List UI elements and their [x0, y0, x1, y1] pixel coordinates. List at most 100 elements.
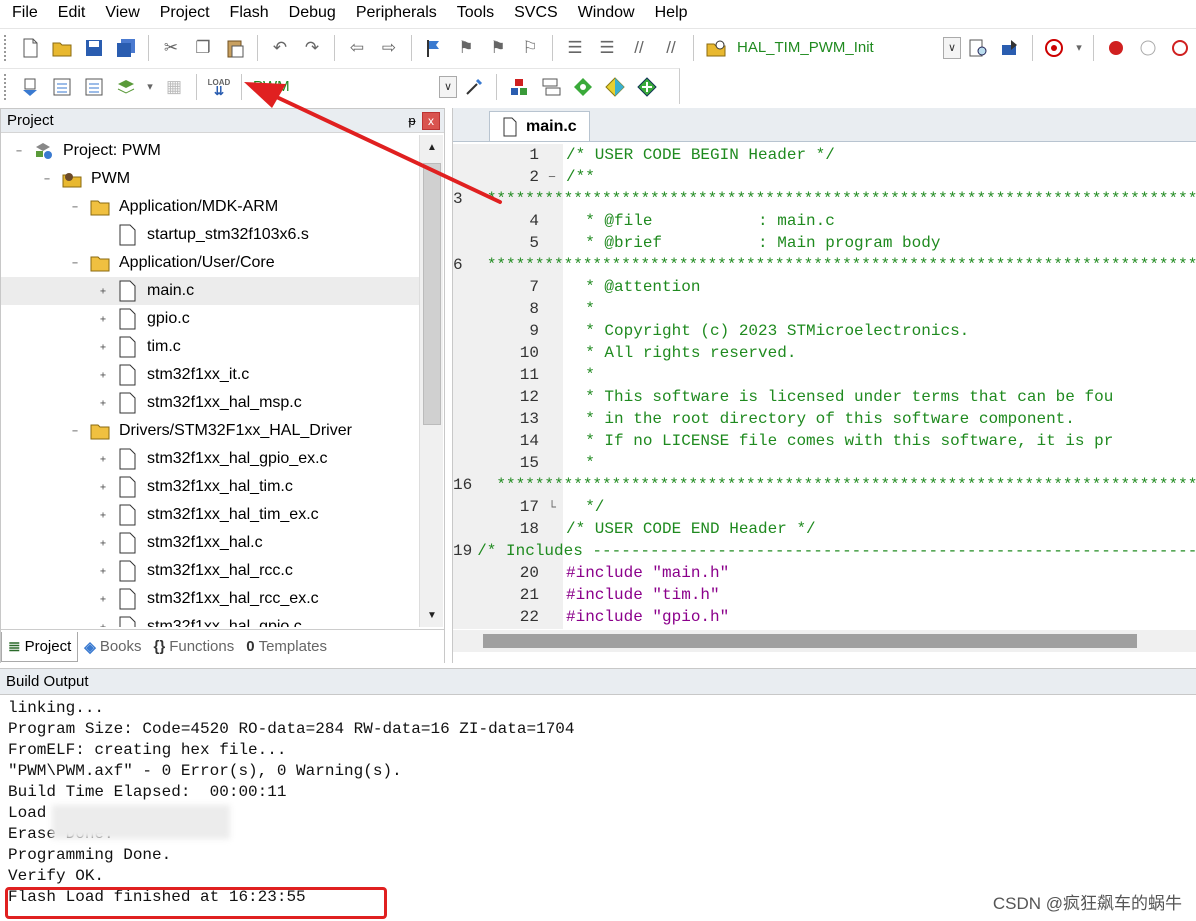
collapse-icon[interactable]: − — [69, 257, 81, 269]
tree-node-project[interactable]: − Project: PWM — [1, 137, 419, 165]
close-icon[interactable]: x — [422, 111, 440, 130]
expand-icon[interactable]: + — [97, 313, 109, 325]
scrollbar-thumb[interactable] — [423, 163, 441, 425]
expand-icon[interactable]: + — [97, 481, 109, 493]
tab-main-c[interactable]: main.c — [489, 111, 590, 141]
menu-peripherals[interactable]: Peripherals — [344, 4, 445, 22]
menu-file[interactable]: File — [0, 4, 46, 22]
kill-breakpoints-icon[interactable] — [1167, 35, 1193, 61]
rte-icon[interactable] — [634, 74, 660, 100]
paste-icon[interactable] — [222, 35, 248, 61]
tree-node-file[interactable]: + stm32f1xx_hal_rcc.c — [1, 557, 419, 585]
tree-node-file[interactable]: + stm32f1xx_hal_msp.c — [1, 389, 419, 417]
tree-node-target[interactable]: − PWM — [1, 165, 419, 193]
menu-edit[interactable]: Edit — [46, 4, 94, 22]
redo-icon[interactable]: ↷ — [299, 35, 325, 61]
tree-node-file-selected[interactable]: + main.c — [1, 277, 419, 305]
chevron-down-icon[interactable]: ∨ — [943, 36, 961, 59]
breakpoint-icon[interactable] — [1103, 35, 1129, 61]
scroll-up-icon[interactable]: ▲ — [420, 135, 444, 159]
expand-icon[interactable]: + — [97, 537, 109, 549]
find-in-files-icon[interactable] — [703, 35, 729, 61]
tree-node-file[interactable]: + stm32f1xx_hal_tim_ex.c — [1, 501, 419, 529]
tree-node-group[interactable]: − Application/User/Core — [1, 249, 419, 277]
manage-components-icon[interactable] — [506, 74, 532, 100]
collapse-icon[interactable]: − — [41, 173, 53, 185]
build-icon[interactable] — [49, 74, 75, 100]
tree-node-group[interactable]: − Drivers/STM32F1xx_HAL_Driver — [1, 417, 419, 445]
collapse-icon[interactable]: − — [69, 201, 81, 213]
collapse-icon[interactable]: − — [69, 425, 81, 437]
scroll-down-icon[interactable]: ▼ — [420, 603, 444, 627]
chevron-down-icon[interactable]: ▾ — [1074, 35, 1084, 61]
pack-installer-icon[interactable] — [570, 74, 596, 100]
indent-icon[interactable]: ☰ — [562, 35, 588, 61]
tree-node-file[interactable]: + stm32f1xx_it.c — [1, 361, 419, 389]
clear-bookmarks-icon[interactable]: ⚐ — [517, 35, 543, 61]
save-icon[interactable] — [81, 35, 107, 61]
new-file-icon[interactable] — [17, 35, 43, 61]
target-options-icon[interactable] — [461, 74, 487, 100]
code-area[interactable]: 1/* USER CODE BEGIN Header */ 2−/** 3 **… — [453, 144, 1196, 629]
uncomment-icon[interactable]: // — [658, 35, 684, 61]
menu-debug[interactable]: Debug — [277, 4, 344, 22]
toolbar-grip[interactable] — [4, 34, 8, 61]
menu-view[interactable]: View — [93, 4, 147, 22]
tree-node-group[interactable]: − Application/MDK-ARM — [1, 193, 419, 221]
bookmark-icon[interactable] — [421, 35, 447, 61]
tree-node-file[interactable]: + stm32f1xx_hal_tim.c — [1, 473, 419, 501]
expand-icon[interactable]: + — [97, 565, 109, 577]
expand-icon[interactable]: + — [97, 621, 109, 628]
translate-icon[interactable] — [17, 74, 43, 100]
target-combo[interactable]: PWM ∨ — [248, 73, 458, 100]
stop-build-icon[interactable]: ▦ — [161, 74, 187, 100]
tree-node-file[interactable]: + gpio.c — [1, 305, 419, 333]
menu-svcs[interactable]: SVCS — [502, 4, 566, 22]
expand-icon[interactable]: + — [97, 341, 109, 353]
tab-functions[interactable]: {} Functions — [148, 632, 241, 662]
tree-node-file[interactable]: startup_stm32f103x6.s — [1, 221, 419, 249]
chevron-down-icon[interactable]: ∨ — [439, 75, 457, 98]
navigate-forward-icon[interactable]: ⇨ — [376, 35, 402, 61]
undo-icon[interactable]: ↶ — [267, 35, 293, 61]
expand-icon[interactable]: + — [97, 397, 109, 409]
debug-session-icon[interactable] — [1042, 35, 1068, 61]
disable-breakpoint-icon[interactable] — [1135, 35, 1161, 61]
fold-marker[interactable]: − — [541, 170, 563, 185]
navigate-back-icon[interactable]: ⇦ — [344, 35, 370, 61]
tree-node-file[interactable]: + stm32f1xx_hal_rcc_ex.c — [1, 585, 419, 613]
select-software-packs-icon[interactable] — [602, 74, 628, 100]
browse-icon[interactable] — [997, 35, 1023, 61]
tab-books[interactable]: ◈ Books — [78, 632, 147, 662]
tab-templates[interactable]: 0 Templates — [240, 632, 333, 662]
open-folder-icon[interactable] — [49, 35, 75, 61]
tab-project[interactable]: ≣ Project — [1, 631, 79, 662]
pin-icon[interactable]: ᵽ — [402, 113, 422, 128]
tree-vertical-scrollbar[interactable]: ▲ ▼ — [419, 135, 443, 627]
tree-node-file[interactable]: + stm32f1xx_hal_gpio.c — [1, 613, 419, 627]
tree-node-file[interactable]: + stm32f1xx_hal_gpio_ex.c — [1, 445, 419, 473]
collapse-icon[interactable]: − — [13, 145, 25, 157]
expand-icon[interactable]: + — [97, 453, 109, 465]
menu-window[interactable]: Window — [566, 4, 643, 22]
tree-node-file[interactable]: + tim.c — [1, 333, 419, 361]
file-extensions-icon[interactable] — [538, 74, 564, 100]
rebuild-icon[interactable] — [81, 74, 107, 100]
copy-icon[interactable]: ❐ — [190, 35, 216, 61]
chevron-down-icon[interactable]: ▾ — [145, 74, 155, 100]
incremental-find-icon[interactable] — [965, 35, 991, 61]
cut-icon[interactable]: ✂ — [158, 35, 184, 61]
tree-node-file[interactable]: + stm32f1xx_hal.c — [1, 529, 419, 557]
batch-build-icon[interactable] — [113, 74, 139, 100]
unindent-icon[interactable]: ☰ — [594, 35, 620, 61]
download-load-icon[interactable]: LOAD ⇊ — [206, 74, 232, 100]
menu-project[interactable]: Project — [148, 4, 218, 22]
menu-tools[interactable]: Tools — [445, 4, 502, 22]
build-output-text[interactable]: linking... Program Size: Code=4520 RO-da… — [0, 697, 1196, 921]
menu-flash[interactable]: Flash — [218, 4, 277, 22]
menu-help[interactable]: Help — [643, 4, 696, 22]
scrollbar-thumb[interactable] — [483, 634, 1137, 648]
expand-icon[interactable]: + — [97, 509, 109, 521]
expand-icon[interactable]: + — [97, 369, 109, 381]
expand-icon[interactable]: + — [97, 285, 109, 297]
